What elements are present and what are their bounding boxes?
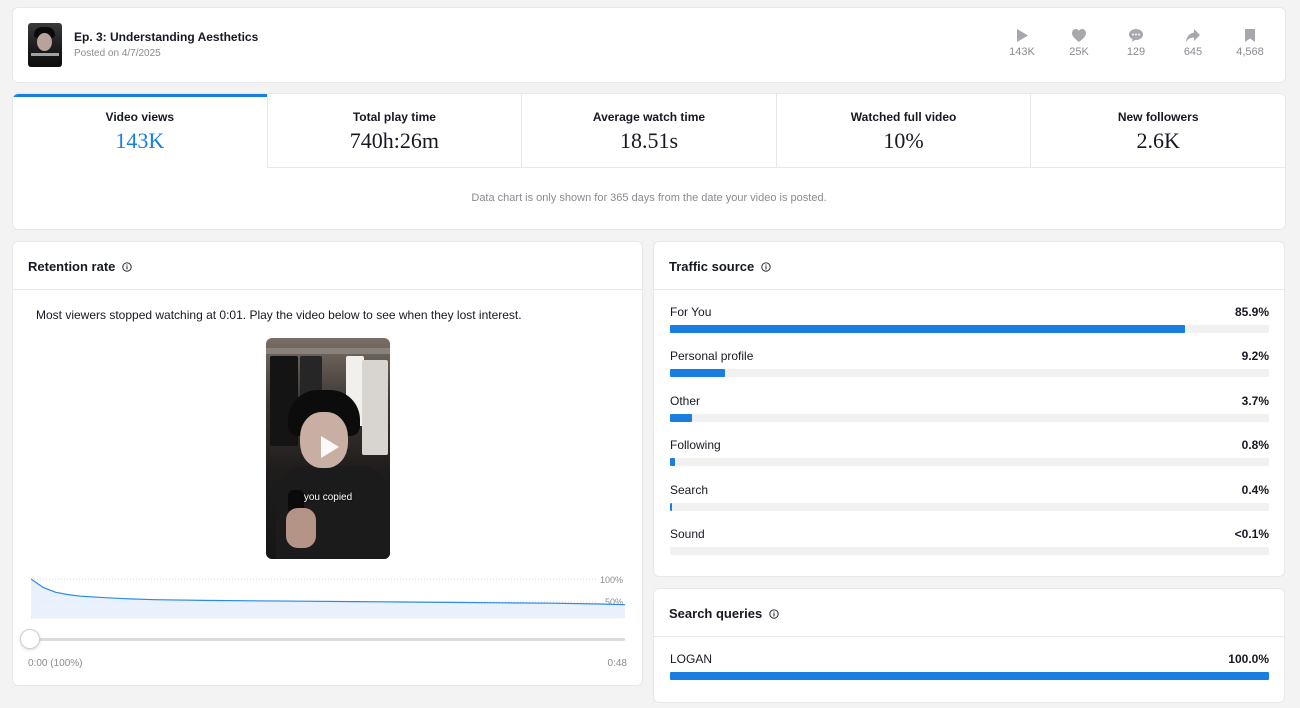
metric-tabs: Video views 143K Total play time 740h:26…: [13, 94, 1285, 168]
section-divider: [13, 289, 642, 290]
search-title-text: Search queries: [669, 606, 763, 621]
traffic-label: Sound: [670, 527, 705, 541]
search-bar-track: [670, 672, 1269, 680]
traffic-label: For You: [670, 305, 712, 319]
tab-value: 2.6K: [1136, 128, 1180, 153]
video-header-card: Ep. 3: Understanding Aesthetics Posted o…: [12, 7, 1286, 83]
traffic-source-card: Traffic source For You 85.9% Personal pr…: [653, 241, 1285, 577]
video-bg-rack: [266, 348, 390, 354]
search-query-label: LOGAN: [670, 652, 713, 666]
bookmark-icon: [1245, 29, 1255, 42]
posted-date: Posted on 4/7/2025: [74, 48, 161, 59]
heart-icon: [1072, 29, 1086, 42]
retention-title-text: Retention rate: [28, 259, 116, 274]
traffic-bar-fill: [670, 414, 693, 422]
tab-watched-full-video[interactable]: Watched full video 10%: [776, 94, 1032, 168]
traffic-title: Traffic source: [669, 259, 771, 274]
save-count-stat: 4,568: [1225, 28, 1275, 58]
traffic-label: Following: [670, 438, 721, 452]
section-divider: [654, 289, 1284, 290]
retention-message: Most viewers stopped watching at 0:01. P…: [36, 308, 522, 322]
info-icon[interactable]: [761, 262, 771, 272]
tab-video-views[interactable]: Video views 143K: [13, 94, 268, 168]
save-count: 4,568: [1236, 46, 1264, 58]
traffic-label: Other: [670, 394, 701, 408]
search-title: Search queries: [669, 606, 779, 621]
traffic-bar-fill: [670, 325, 1185, 333]
video-thumbnail[interactable]: [28, 23, 62, 67]
traffic-bar-track: [670, 503, 1269, 511]
retention-title: Retention rate: [28, 259, 132, 274]
share-count: 645: [1183, 46, 1203, 58]
traffic-bar-track: [670, 325, 1269, 333]
thumbnail-face: [37, 33, 52, 51]
tab-label: New followers: [1117, 110, 1199, 124]
traffic-pct: <0.1%: [1234, 527, 1269, 541]
traffic-pct: 0.4%: [1241, 483, 1269, 497]
tab-value: 143K: [115, 128, 165, 153]
share-icon: [1186, 29, 1200, 42]
info-icon[interactable]: [769, 609, 779, 619]
comment-count: 129: [1126, 46, 1146, 58]
tab-label: Watched full video: [850, 110, 957, 124]
search-queries-card: Search queries LOGAN 100.0%: [653, 588, 1285, 703]
traffic-pct: 9.2%: [1241, 349, 1269, 363]
search-query-pct: 100.0%: [1228, 652, 1269, 666]
traffic-label: Personal profile: [670, 349, 754, 363]
tab-label: Video views: [105, 110, 175, 124]
traffic-bar-track: [670, 414, 1269, 422]
play-icon: [1017, 29, 1028, 42]
comment-icon: [1129, 29, 1143, 42]
time-end: 0:48: [607, 658, 627, 669]
tab-value: 10%: [883, 128, 924, 153]
like-count-stat: 25K: [1054, 28, 1104, 58]
video-caption: you copied: [303, 492, 353, 503]
traffic-bar-track: [670, 547, 1269, 555]
traffic-bar-fill: [670, 369, 726, 377]
retention-chart: 100% 50%: [31, 575, 626, 619]
video-bg-clothes: [362, 360, 388, 455]
traffic-pct: 85.9%: [1234, 305, 1269, 319]
section-divider: [654, 636, 1284, 637]
video-scrubber-handle[interactable]: [20, 629, 40, 649]
video-preview[interactable]: you copied: [266, 338, 390, 559]
thumbnail-caption: [31, 53, 59, 56]
video-person-hand: [286, 508, 316, 548]
retention-card: Retention rate Most viewers stopped watc…: [12, 241, 643, 686]
tab-label: Average watch time: [592, 110, 706, 124]
play-count-stat: 143K: [997, 28, 1047, 58]
traffic-pct: 0.8%: [1241, 438, 1269, 452]
tab-average-watch-time[interactable]: Average watch time 18.51s: [522, 94, 777, 168]
traffic-bar-fill: [670, 503, 673, 511]
traffic-bar-fill: [670, 458, 675, 466]
traffic-label: Search: [670, 483, 709, 497]
tab-new-followers[interactable]: New followers 2.6K: [1031, 94, 1285, 168]
metrics-card: Video views 143K Total play time 740h:26…: [12, 93, 1286, 230]
data-range-note: Data chart is only shown for 365 days fr…: [471, 192, 827, 204]
info-icon[interactable]: [122, 262, 132, 272]
time-start: 0:00 (100%): [28, 658, 83, 669]
traffic-bar-track: [670, 369, 1269, 377]
label-100: 100%: [600, 575, 623, 585]
tab-value: 18.51s: [619, 128, 679, 153]
play-count: 143K: [1009, 46, 1035, 58]
video-title: Ep. 3: Understanding Aesthetics: [74, 30, 259, 44]
video-scrubber-track[interactable]: [31, 638, 625, 641]
search-bar-fill: [670, 672, 1269, 680]
traffic-bar-track: [670, 458, 1269, 466]
share-count-stat: 645: [1168, 28, 1218, 58]
traffic-pct: 3.7%: [1241, 394, 1269, 408]
tab-total-play-time[interactable]: Total play time 740h:26m: [267, 94, 523, 168]
play-icon[interactable]: [321, 436, 339, 458]
like-count: 25K: [1069, 46, 1089, 58]
tab-label: Total play time: [352, 110, 436, 124]
traffic-title-text: Traffic source: [669, 259, 755, 274]
tab-value: 740h:26m: [349, 128, 439, 153]
comment-count-stat: 129: [1111, 28, 1161, 58]
